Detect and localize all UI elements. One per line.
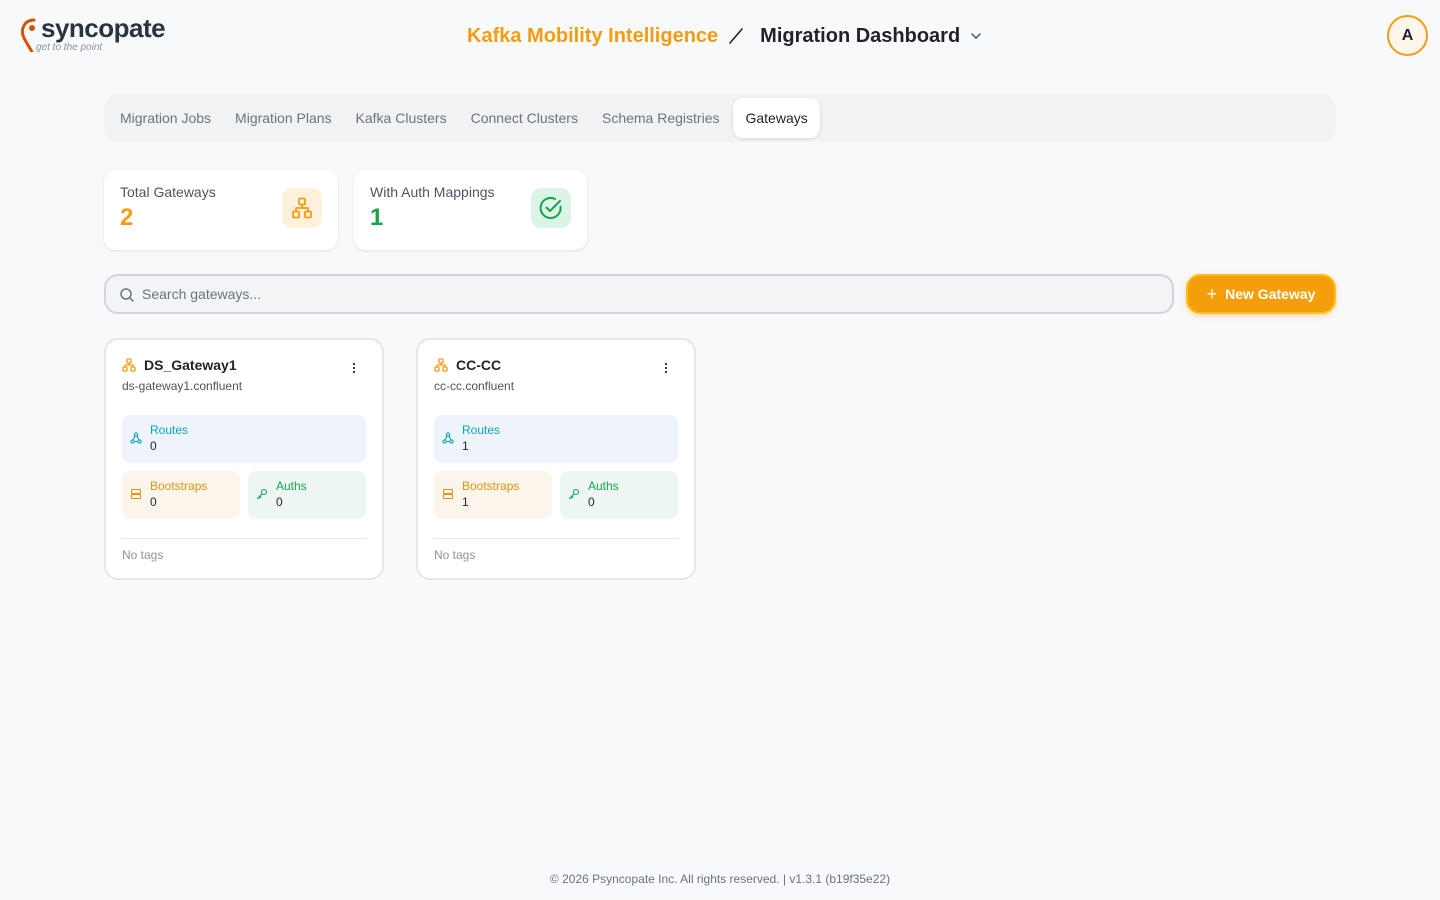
tab-gateways[interactable]: Gateways [733, 98, 820, 138]
auths-count: 0 [588, 495, 595, 509]
search-input[interactable] [142, 276, 1142, 312]
app-header: syncopate get to the point Kafka Mobilit… [0, 0, 1440, 70]
footer-copyright: © 2026 Psyncopate Inc. All rights reserv… [549, 872, 891, 886]
gateway-card[interactable]: CC-CC cc-cc.confluent Routes 1 Bootstrap… [416, 338, 696, 580]
new-gateway-button[interactable]: + New Gateway [1186, 274, 1336, 314]
gateway-host: ds-gateway1.confluent [122, 379, 243, 393]
auths-metric: Auths 0 [248, 471, 366, 519]
stat-total-gateways: Total Gateways 2 [104, 170, 338, 250]
auths-label: Auths [588, 479, 619, 493]
slash-separator-icon [729, 28, 743, 44]
tab-kafka-clusters[interactable]: Kafka Clusters [346, 98, 457, 138]
tab-migration-plans[interactable]: Migration Plans [225, 98, 342, 138]
stat-auth-mappings: With Auth Mappings 1 [354, 170, 587, 250]
stat-value: 1 [370, 204, 384, 231]
search-icon [120, 288, 134, 302]
key-icon [568, 488, 580, 500]
search-bar [104, 274, 1174, 314]
network-icon [282, 188, 322, 228]
gateway-host: cc-cc.confluent [434, 379, 515, 393]
auths-label: Auths [276, 479, 307, 493]
logo-wordmark: syncopate [41, 13, 166, 43]
app-title: Kafka Mobility Intelligence [467, 25, 719, 47]
bootstraps-count: 1 [462, 495, 469, 509]
routes-label: Routes [462, 423, 501, 437]
bootstraps-label: Bootstraps [462, 479, 520, 493]
more-vertical-icon[interactable] [658, 360, 674, 376]
stat-value: 2 [120, 204, 134, 231]
auths-metric: Auths 0 [560, 471, 678, 519]
gateway-tags: No tags [122, 548, 164, 562]
routes-count: 0 [150, 439, 157, 453]
routes-count: 1 [462, 439, 469, 453]
tab-schema-registries[interactable]: Schema Registries [592, 98, 730, 138]
routes-metric: Routes 0 [122, 415, 366, 463]
bootstraps-label: Bootstraps [150, 479, 208, 493]
user-avatar[interactable]: A [1387, 15, 1428, 56]
gateway-network-icon [434, 358, 448, 372]
bootstraps-metric: Bootstraps 1 [434, 471, 552, 519]
stat-label: Total Gateways [120, 184, 216, 200]
routes-icon [130, 432, 142, 444]
server-icon [442, 488, 454, 500]
routes-metric: Routes 1 [434, 415, 678, 463]
stat-label: With Auth Mappings [370, 184, 495, 200]
new-gateway-label: New Gateway [1225, 286, 1316, 302]
tab-connect-clusters[interactable]: Connect Clusters [461, 98, 588, 138]
page-title-dropdown[interactable]: Migration Dashboard [760, 23, 960, 49]
card-divider [122, 538, 366, 539]
section-tabs: Migration Jobs Migration Plans Kafka Clu… [104, 94, 1336, 142]
gateway-network-icon [122, 358, 136, 372]
chevron-down-icon[interactable] [970, 30, 982, 42]
card-divider [434, 538, 678, 539]
server-icon [130, 488, 142, 500]
bootstraps-count: 0 [150, 495, 157, 509]
gateway-name: CC-CC [456, 357, 502, 373]
plus-icon: + [1206, 284, 1218, 304]
gateway-name: DS_Gateway1 [144, 357, 237, 373]
routes-icon [442, 432, 454, 444]
more-vertical-icon[interactable] [346, 360, 362, 376]
syncopate-logo[interactable]: syncopate get to the point [20, 14, 170, 56]
bootstraps-metric: Bootstraps 0 [122, 471, 240, 519]
check-circle-icon [531, 188, 571, 228]
tab-migration-jobs[interactable]: Migration Jobs [110, 98, 221, 138]
routes-label: Routes [150, 423, 189, 437]
auths-count: 0 [276, 495, 283, 509]
key-icon [256, 488, 268, 500]
gateway-tags: No tags [434, 548, 476, 562]
title-breadcrumb: Kafka Mobility Intelligence Migration Da… [467, 22, 982, 50]
gateway-card[interactable]: DS_Gateway1 ds-gateway1.confluent Routes… [104, 338, 384, 580]
logo-tagline: get to the point [36, 42, 103, 53]
